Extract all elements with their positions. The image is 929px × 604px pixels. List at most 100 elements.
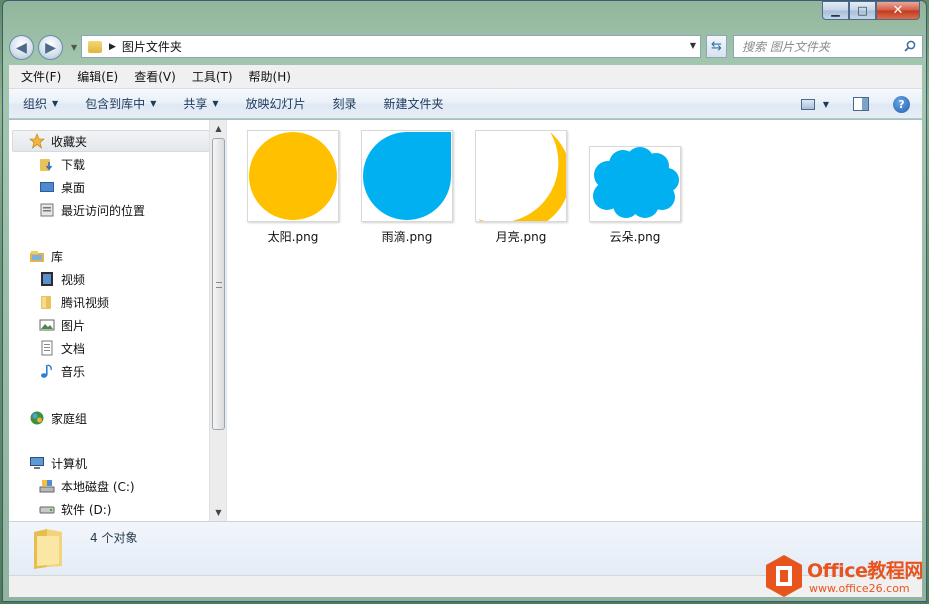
nav-recent-places-label: 最近访问的位置 [61,203,146,218]
dropdown-caret-icon: ▼ [150,99,157,108]
nav-computer-label: 计算机 [51,456,88,471]
video-icon [39,271,55,287]
system-drive-icon [39,478,55,494]
dropdown-caret-icon: ▼ [52,99,59,108]
menu-help[interactable]: 帮助(H) [241,68,299,85]
star-icon [29,133,45,149]
menu-bar: 文件(F) 编辑(E) 查看(V) 工具(T) 帮助(H) [9,65,922,89]
forward-button[interactable]: ▶ [38,35,63,60]
search-input[interactable] [742,39,892,54]
file-thumbnail [589,146,681,222]
file-item-cloud[interactable]: 云朵.png [585,146,685,245]
cloud-icon [593,147,679,218]
nav-favorites[interactable]: 收藏夹 [29,131,87,151]
organize-label: 组织 [23,97,48,111]
nav-tencent-video-label: 腾讯视频 [61,295,110,310]
file-item-moon[interactable]: 月亮.png [471,130,571,245]
menu-view[interactable]: 查看(V) [126,68,184,85]
view-options-dropdown[interactable]: ▼ [823,100,829,109]
menu-tools[interactable]: 工具(T) [184,68,241,85]
nav-pictures[interactable]: 图片 [39,315,85,335]
breadcrumb-arrow-icon[interactable]: ▶ [109,42,116,52]
file-name: 雨滴.png [381,230,433,244]
sun-icon [249,132,337,220]
burn-button[interactable]: 刻录 [320,95,371,112]
nav-documents-label: 文档 [61,341,86,356]
back-arrow-icon: ◀ [16,39,27,56]
search-icon[interactable] [904,40,916,52]
explorer-window: ▁ □ ✕ ◀ ▶ ▼ ▶ 图片文件夹 ▼ ⇆ 文件(F) 编辑(E [2,0,927,602]
help-icon[interactable]: ? [893,95,910,113]
refresh-icon: ⇆ [711,39,722,54]
nav-homegroup[interactable]: 家庭组 [29,408,87,428]
nav-pictures-label: 图片 [61,318,86,333]
nav-drive-d[interactable]: 软件 (D:) [39,499,111,519]
back-button[interactable]: ◀ [9,35,34,60]
pictures-icon [39,317,55,333]
scroll-up-arrow-icon[interactable]: ▲ [210,120,226,137]
nav-computer[interactable]: 计算机 [29,453,87,473]
recent-places-icon [39,202,55,218]
nav-libraries[interactable]: 库 [29,246,63,266]
minimize-button[interactable]: ▁ [822,1,849,20]
nav-documents[interactable]: 文档 [39,338,85,358]
slideshow-label: 放映幻灯片 [245,97,306,111]
file-name: 月亮.png [495,230,547,244]
nav-music[interactable]: 音乐 [39,361,85,381]
nav-desktop[interactable]: 桌面 [39,177,85,197]
nav-drive-c-label: 本地磁盘 (C:) [61,479,135,494]
desktop-icon [39,179,55,195]
command-bar: 组织 ▼ 包含到库中 ▼ 共享 ▼ 放映幻灯片 刻录 新建文件夹 ▼ ? [9,89,922,119]
menu-edit[interactable]: 编辑(E) [69,68,126,85]
burn-label: 刻录 [332,97,357,111]
scroll-down-arrow-icon[interactable]: ▼ [210,504,226,521]
close-button[interactable]: ✕ [876,1,920,20]
share-label: 共享 [183,97,208,111]
library-icon [29,248,45,264]
share-button[interactable]: 共享 ▼ [170,95,232,112]
search-box[interactable] [733,35,923,58]
nav-recent-places[interactable]: 最近访问的位置 [39,200,145,220]
moon-icon [478,132,571,232]
folder-icon [39,294,55,310]
folder-icon [34,529,62,569]
file-thumbnail [475,130,571,232]
slideshow-button[interactable]: 放映幻灯片 [233,95,320,112]
new-folder-label: 新建文件夹 [383,97,444,111]
nav-homegroup-label: 家庭组 [51,411,88,426]
organize-button[interactable]: 组织 ▼ [9,95,72,112]
forward-arrow-icon: ▶ [45,39,56,56]
nav-drive-c[interactable]: 本地磁盘 (C:) [39,476,135,496]
file-item-sun[interactable]: 太阳.png [243,130,343,245]
address-dropdown-icon[interactable]: ▼ [690,41,696,50]
watermark-url: www.office26.com [809,582,910,595]
nav-downloads[interactable]: 下载 [39,154,85,174]
recent-pages-dropdown[interactable]: ▼ [71,43,77,52]
nav-music-label: 音乐 [61,364,86,379]
download-folder-icon [39,156,55,172]
caption-buttons: ▁ □ ✕ [822,1,920,20]
scroll-thumb[interactable] [212,138,225,430]
preview-pane-icon[interactable] [853,97,869,111]
music-icon [39,363,55,379]
maximize-button[interactable]: □ [849,1,876,20]
nav-videos[interactable]: 视频 [39,269,85,289]
nav-videos-label: 视频 [61,272,86,287]
change-view-icon[interactable] [800,98,815,110]
grip-icon [216,282,222,288]
include-in-library-button[interactable]: 包含到库中 ▼ [72,95,170,112]
breadcrumb-current[interactable]: 图片文件夹 [122,38,182,55]
nav-tencent-video[interactable]: 腾讯视频 [39,292,109,312]
new-folder-button[interactable]: 新建文件夹 [371,95,458,112]
nav-downloads-label: 下载 [61,157,86,172]
documents-icon [39,340,55,356]
nav-scrollbar[interactable]: ▲ ▼ [209,120,226,521]
nav-libraries-label: 库 [51,249,64,264]
menu-file[interactable]: 文件(F) [13,68,69,85]
drive-icon [39,501,55,517]
refresh-button[interactable]: ⇆ [706,35,727,58]
folder-icon [88,40,102,53]
address-bar[interactable]: ▶ 图片文件夹 ▼ [81,35,701,58]
file-item-raindrop[interactable]: 雨滴.png [357,130,457,245]
file-list: 太阳.png 雨滴.png 月亮.png 云朵.png [227,120,922,521]
